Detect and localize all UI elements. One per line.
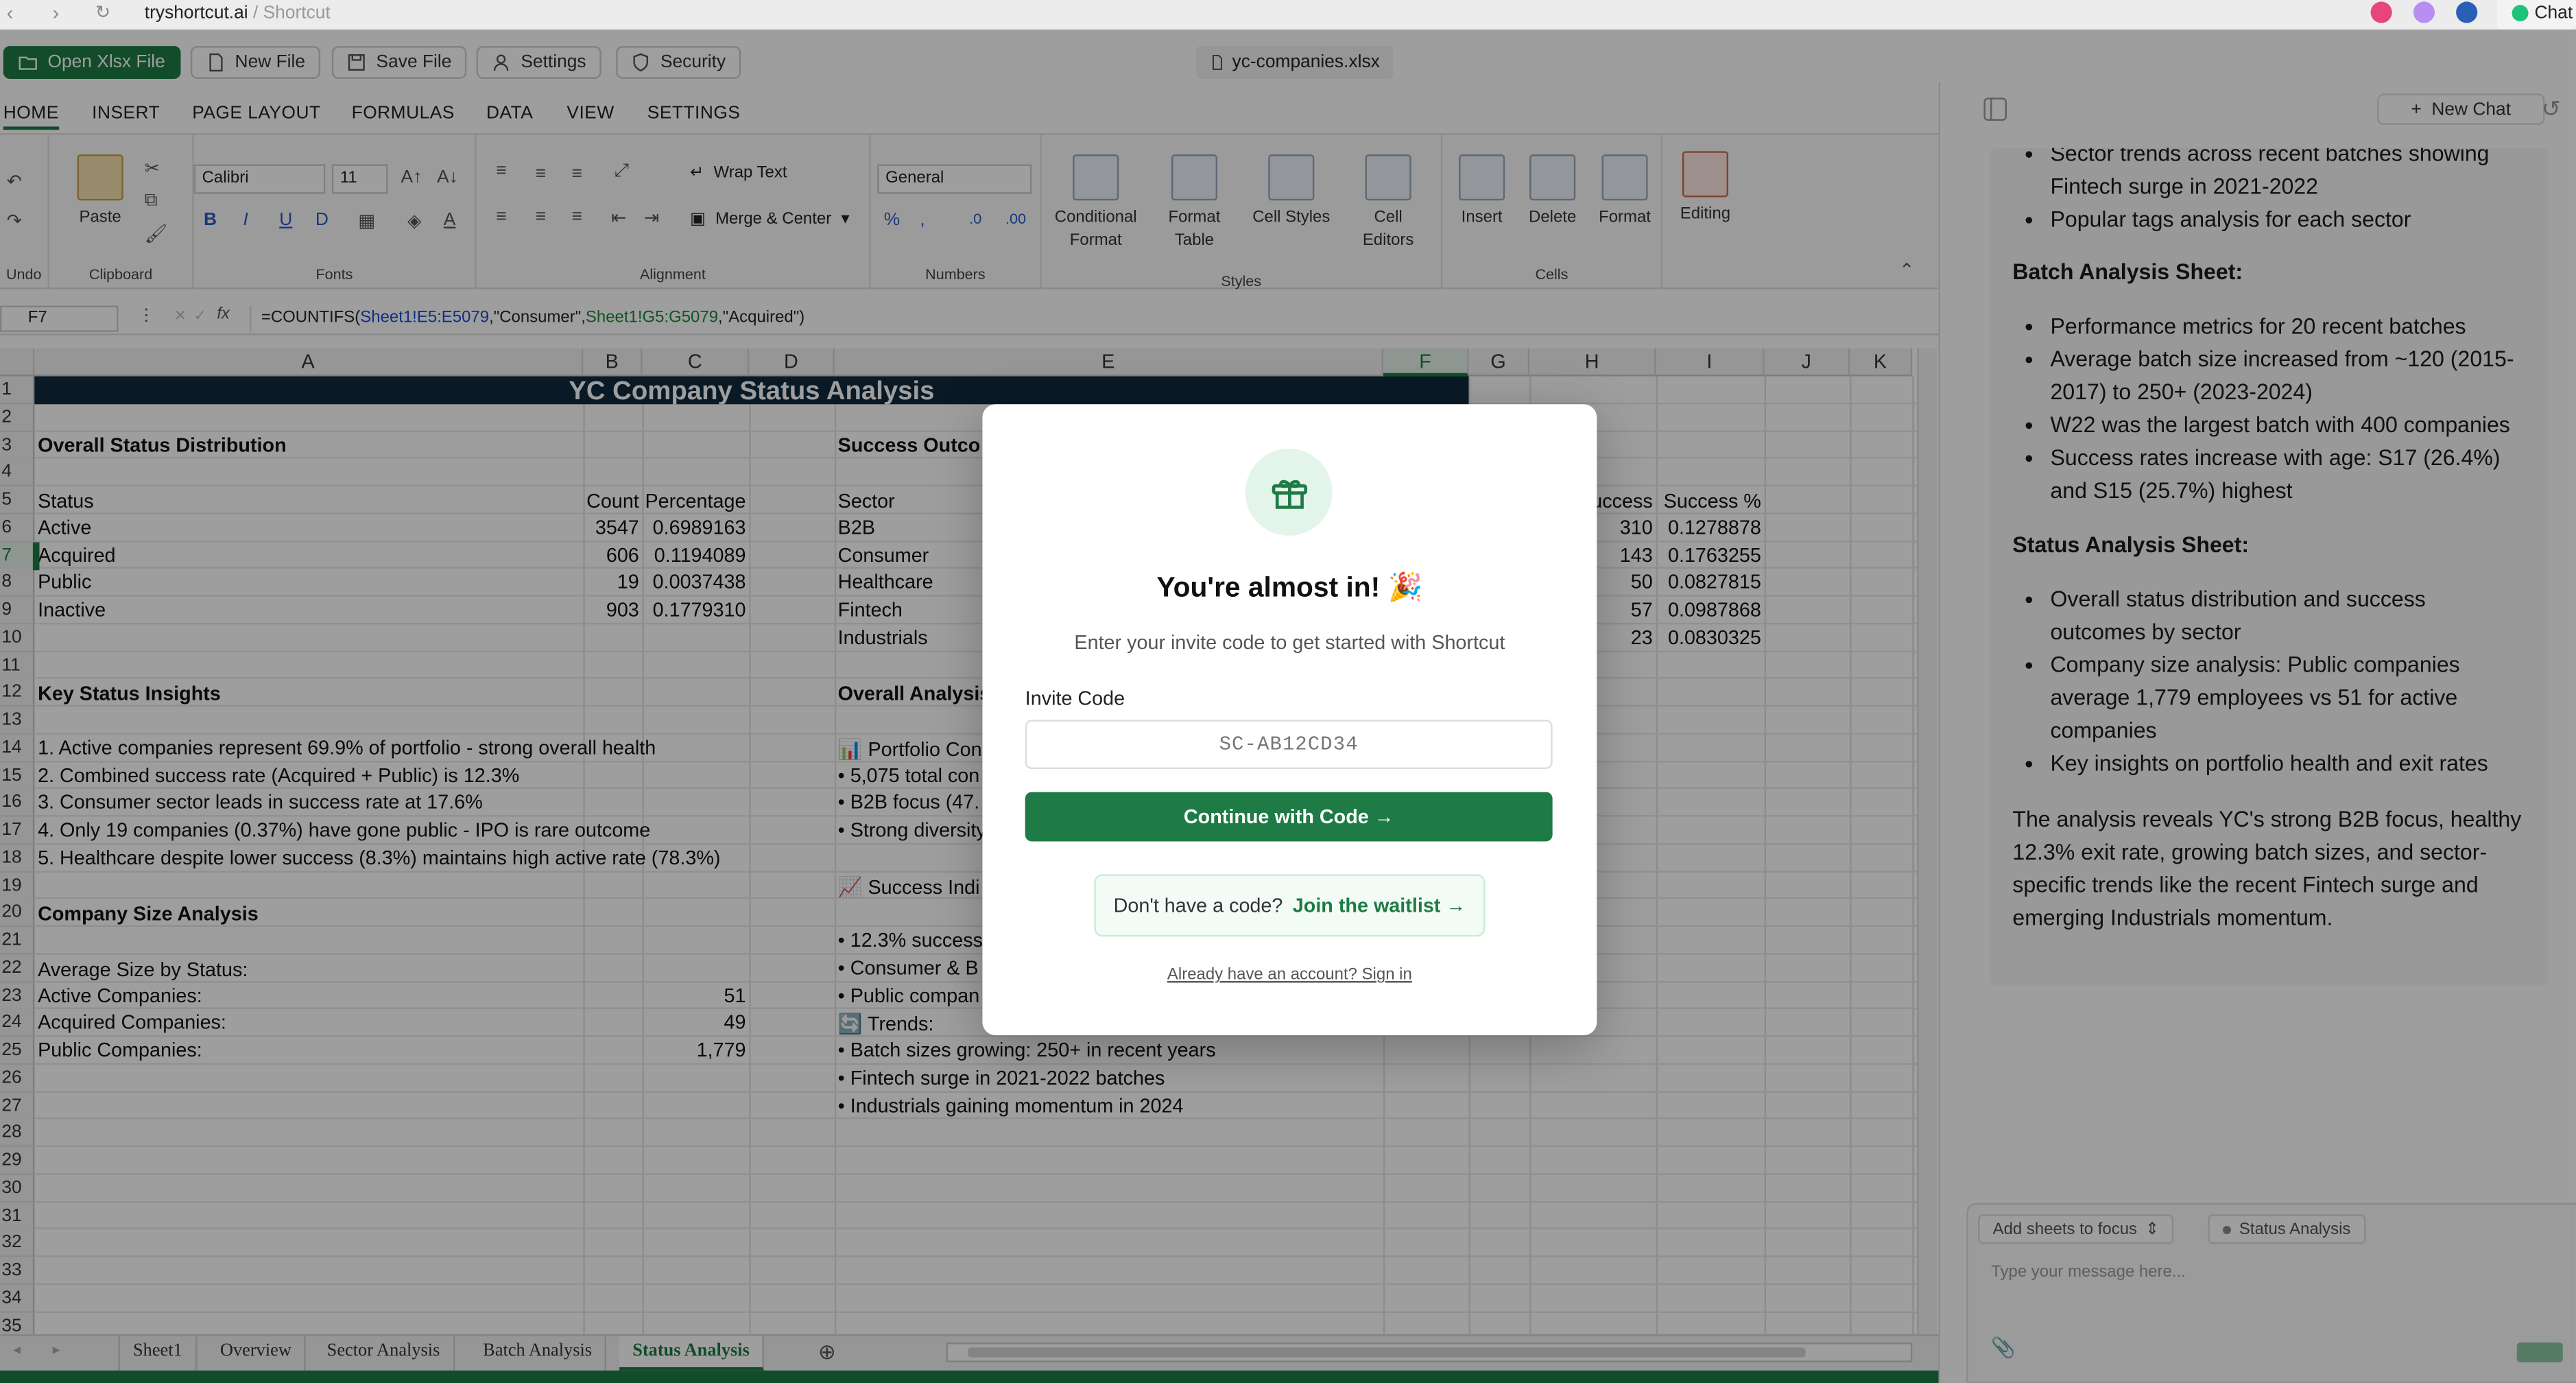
url-domain: tryshortcut.ai bbox=[144, 3, 248, 23]
extension-translate-icon[interactable] bbox=[2370, 1, 2392, 23]
extension-purple-icon[interactable] bbox=[2413, 1, 2435, 23]
invite-modal: You're almost in! 🎉 Enter your invite co… bbox=[982, 404, 1597, 1036]
back-icon[interactable]: ‹ bbox=[7, 1, 14, 25]
extension-blue-icon[interactable] bbox=[2456, 1, 2478, 23]
waitlist-box: Don't have a code? Join the waitlist → bbox=[1094, 874, 1486, 937]
join-waitlist-link[interactable]: Join the waitlist → bbox=[1293, 894, 1466, 917]
no-code-text: Don't have a code? bbox=[1113, 894, 1283, 917]
chat-dot-icon bbox=[2511, 5, 2528, 22]
invite-code-label: Invite Code bbox=[1025, 687, 1125, 710]
continue-button[interactable]: Continue with Code → bbox=[1025, 792, 1553, 842]
url-path: / Shortcut bbox=[248, 3, 331, 23]
reload-icon[interactable]: ↻ bbox=[95, 1, 110, 23]
modal-subtitle: Enter your invite code to get started wi… bbox=[1074, 630, 1505, 654]
gift-icon bbox=[1245, 448, 1333, 536]
invite-code-input[interactable] bbox=[1025, 720, 1553, 770]
url-field[interactable]: tryshortcut.ai / Shortcut bbox=[145, 3, 331, 23]
sign-in-link[interactable]: Already have an account? Sign in bbox=[982, 966, 1597, 984]
chat-label: Chat bbox=[2534, 3, 2573, 23]
modal-title: You're almost in! 🎉 bbox=[1156, 571, 1423, 604]
chat-toggle-button[interactable]: Chat bbox=[2497, 0, 2576, 30]
browser-bar: ‹ › ↻ tryshortcut.ai / Shortcut Chat bbox=[0, 0, 2576, 30]
forward-icon[interactable]: › bbox=[53, 1, 60, 25]
